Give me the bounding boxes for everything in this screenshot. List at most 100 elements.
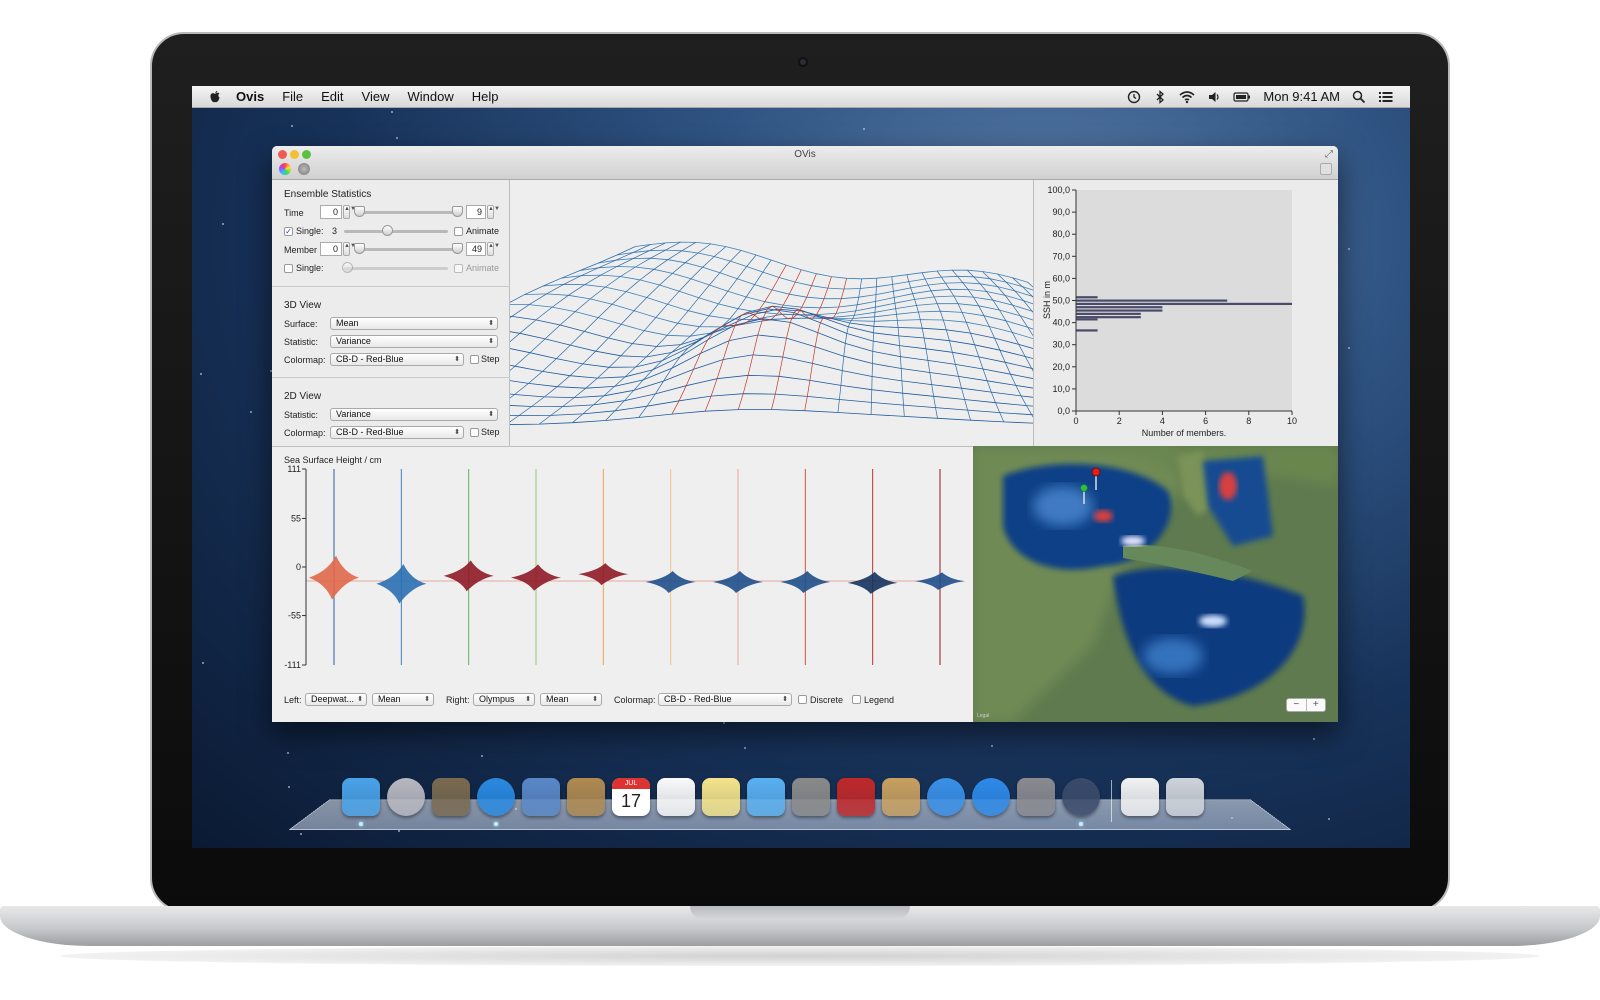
left-source-select[interactable]: Deepwat... ⬍ — [305, 693, 367, 706]
single-member-slider[interactable] — [344, 267, 448, 270]
window-title: OVis — [794, 149, 816, 160]
menu-view[interactable]: View — [362, 89, 390, 104]
pages-document-icon[interactable] — [1121, 778, 1159, 816]
colormap-2d-select[interactable]: CB-D - Red-Blue ⬍ — [330, 426, 464, 439]
member-range-end-handle[interactable] — [452, 243, 463, 254]
right-stat-select[interactable]: Mean ⬍ — [540, 693, 602, 706]
surface-3d-view[interactable] — [510, 180, 1033, 446]
single-time-handle[interactable] — [382, 225, 393, 236]
step-3d-checkbox[interactable] — [470, 355, 479, 364]
single-member-checkbox[interactable] — [284, 264, 293, 273]
animate-time-checkbox[interactable] — [454, 227, 463, 236]
time-machine-icon[interactable] — [1127, 90, 1141, 104]
colormap-3d-select[interactable]: CB-D - Red-Blue ⬍ — [330, 353, 464, 366]
statistic-2d-select[interactable]: Variance ⬍ — [330, 408, 498, 421]
time-end-stepper[interactable]: ▲▼ — [487, 205, 500, 219]
notification-center-icon[interactable] — [1378, 90, 1394, 104]
menu-window[interactable]: Window — [408, 89, 454, 104]
volume-icon[interactable] — [1207, 90, 1221, 104]
distribution-glyph[interactable] — [578, 563, 629, 586]
toolbar-toggle-button[interactable] — [1320, 163, 1332, 175]
surface-select[interactable]: Mean ⬍ — [330, 317, 498, 330]
ovis-window: OVis ⤢ Ensemble Statistics Time 0 ▲▼ 9 ▲… — [272, 146, 1338, 722]
distribution-glyph[interactable] — [309, 555, 359, 600]
battery-icon[interactable] — [1233, 90, 1251, 104]
distribution-glyph[interactable] — [511, 564, 561, 591]
ovis-icon[interactable] — [1062, 778, 1100, 816]
itunes-icon[interactable] — [927, 778, 965, 816]
single-time-slider[interactable] — [344, 230, 448, 233]
histogram-bar — [1076, 306, 1163, 309]
notes-icon[interactable] — [702, 778, 740, 816]
surface-mesh[interactable] — [510, 180, 1033, 446]
y-tick-label: -111 — [284, 660, 301, 670]
spotlight-search-icon[interactable] — [1352, 90, 1366, 104]
member-start-stepper[interactable]: ▲▼ — [343, 242, 356, 256]
single-time-checkbox[interactable]: ✓ — [284, 227, 293, 236]
distribution-glyph[interactable] — [376, 563, 427, 604]
step-2d-checkbox[interactable] — [470, 428, 479, 437]
trash-icon[interactable] — [1166, 778, 1204, 816]
menu-edit[interactable]: Edit — [321, 89, 343, 104]
animate-member-checkbox[interactable] — [454, 264, 463, 273]
legend-checkbox[interactable] — [852, 695, 861, 704]
map-view[interactable]: Legal − + — [973, 446, 1338, 722]
distribution-glyph[interactable] — [443, 560, 494, 592]
legal-link[interactable]: Legal — [977, 713, 989, 719]
right-source-select[interactable]: Olympus ⬍ — [473, 693, 535, 706]
fullscreen-icon[interactable]: ⤢ — [1325, 149, 1333, 160]
mail-icon[interactable] — [522, 778, 560, 816]
time-range-start-handle[interactable] — [354, 206, 365, 217]
distribution-glyph[interactable] — [915, 572, 965, 590]
time-start-stepper[interactable]: ▲▼ — [343, 205, 356, 219]
y-tick-label: 55 — [291, 513, 301, 523]
member-start-field[interactable]: 0 — [320, 242, 342, 256]
reminders-icon[interactable] — [657, 778, 695, 816]
bottom-colormap-select[interactable]: CB-D - Red-Blue ⬍ — [658, 693, 792, 706]
menu-clock[interactable]: Mon 9:41 AM — [1263, 89, 1340, 104]
photo-booth-icon[interactable] — [837, 778, 875, 816]
iphoto-icon[interactable] — [882, 778, 920, 816]
menu-help[interactable]: Help — [472, 89, 499, 104]
apple-icon[interactable] — [208, 90, 222, 104]
member-range-start-handle[interactable] — [354, 243, 365, 254]
menu-file[interactable]: File — [282, 89, 303, 104]
ssh-chart[interactable]: Sea Surface Height / cm 111550-55-111 — [272, 447, 973, 687]
launchpad-icon[interactable] — [387, 778, 425, 816]
safari-icon[interactable] — [477, 778, 515, 816]
star — [1348, 248, 1351, 251]
color-picker-icon[interactable] — [279, 163, 291, 175]
time-end-field[interactable]: 9 — [466, 205, 486, 219]
distribution-glyph[interactable] — [713, 571, 763, 594]
distribution-glyph[interactable] — [847, 571, 898, 594]
chevron-updown-icon: ⬍ — [525, 696, 531, 703]
distribution-glyph[interactable] — [645, 571, 696, 594]
calendar-icon[interactable]: JUL 17 — [612, 778, 650, 816]
contacts-icon[interactable] — [567, 778, 605, 816]
discrete-checkbox[interactable] — [798, 695, 807, 704]
menu-app-name[interactable]: Ovis — [236, 89, 264, 104]
member-end-field[interactable]: 49 — [466, 242, 486, 256]
time-start-field[interactable]: 0 — [320, 205, 342, 219]
single-member-handle[interactable] — [342, 262, 353, 273]
zoom-in-button[interactable]: + — [1305, 699, 1326, 711]
time-range-slider[interactable] — [356, 211, 460, 214]
mission-control-icon[interactable] — [432, 778, 470, 816]
distribution-glyph[interactable] — [780, 571, 831, 594]
bluetooth-icon[interactable] — [1153, 89, 1167, 104]
time-range-end-handle[interactable] — [452, 206, 463, 217]
system-preferences-icon[interactable] — [1017, 778, 1055, 816]
zoom-out-button[interactable]: − — [1287, 699, 1306, 711]
histogram-y-label: SSH in m — [1042, 281, 1052, 319]
toolbar-circle-button[interactable] — [298, 163, 310, 175]
left-stat-select[interactable]: Mean ⬍ — [372, 693, 434, 706]
member-end-stepper[interactable]: ▲▼ — [487, 242, 500, 256]
statistic-3d-select[interactable]: Variance ⬍ — [330, 335, 498, 348]
member-range-slider[interactable] — [356, 248, 460, 251]
finder-icon[interactable] — [342, 778, 380, 816]
messages-icon[interactable] — [747, 778, 785, 816]
map-imagery[interactable] — [973, 446, 1338, 722]
wifi-icon[interactable] — [1179, 90, 1195, 104]
facetime-icon[interactable] — [792, 778, 830, 816]
app-store-icon[interactable] — [972, 778, 1010, 816]
